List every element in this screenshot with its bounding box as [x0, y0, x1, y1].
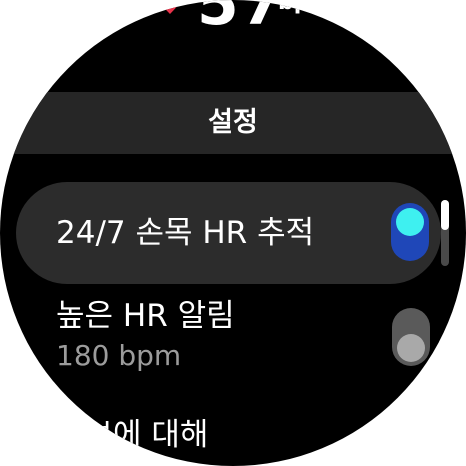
- watch-screen: 57 bpm 설정 24/7 손목 HR 추적 높은 HR 알림 180 bpm…: [0, 0, 466, 466]
- setting-sublabel-high-hr-threshold: 180 bpm: [56, 339, 182, 372]
- toggle-24-7-hr-tracking[interactable]: [391, 203, 429, 261]
- heart-icon: [158, 0, 182, 14]
- setting-label-high-hr-alert[interactable]: 높은 HR 알림: [56, 296, 235, 336]
- toggle-knob: [397, 334, 425, 362]
- section-title: 설정: [208, 107, 258, 138]
- heart-rate-unit: bpm: [278, 0, 333, 15]
- toggle-high-hr-alert[interactable]: [392, 308, 430, 366]
- setting-label-24-7-hr-tracking: 24/7 손목 HR 추적: [56, 215, 315, 251]
- scrollbar-thumb[interactable]: [441, 200, 449, 230]
- toggle-knob: [396, 208, 424, 236]
- heart-rate-value: 57: [197, 0, 285, 39]
- setting-label-about[interactable]: 정보에 대해: [56, 415, 208, 455]
